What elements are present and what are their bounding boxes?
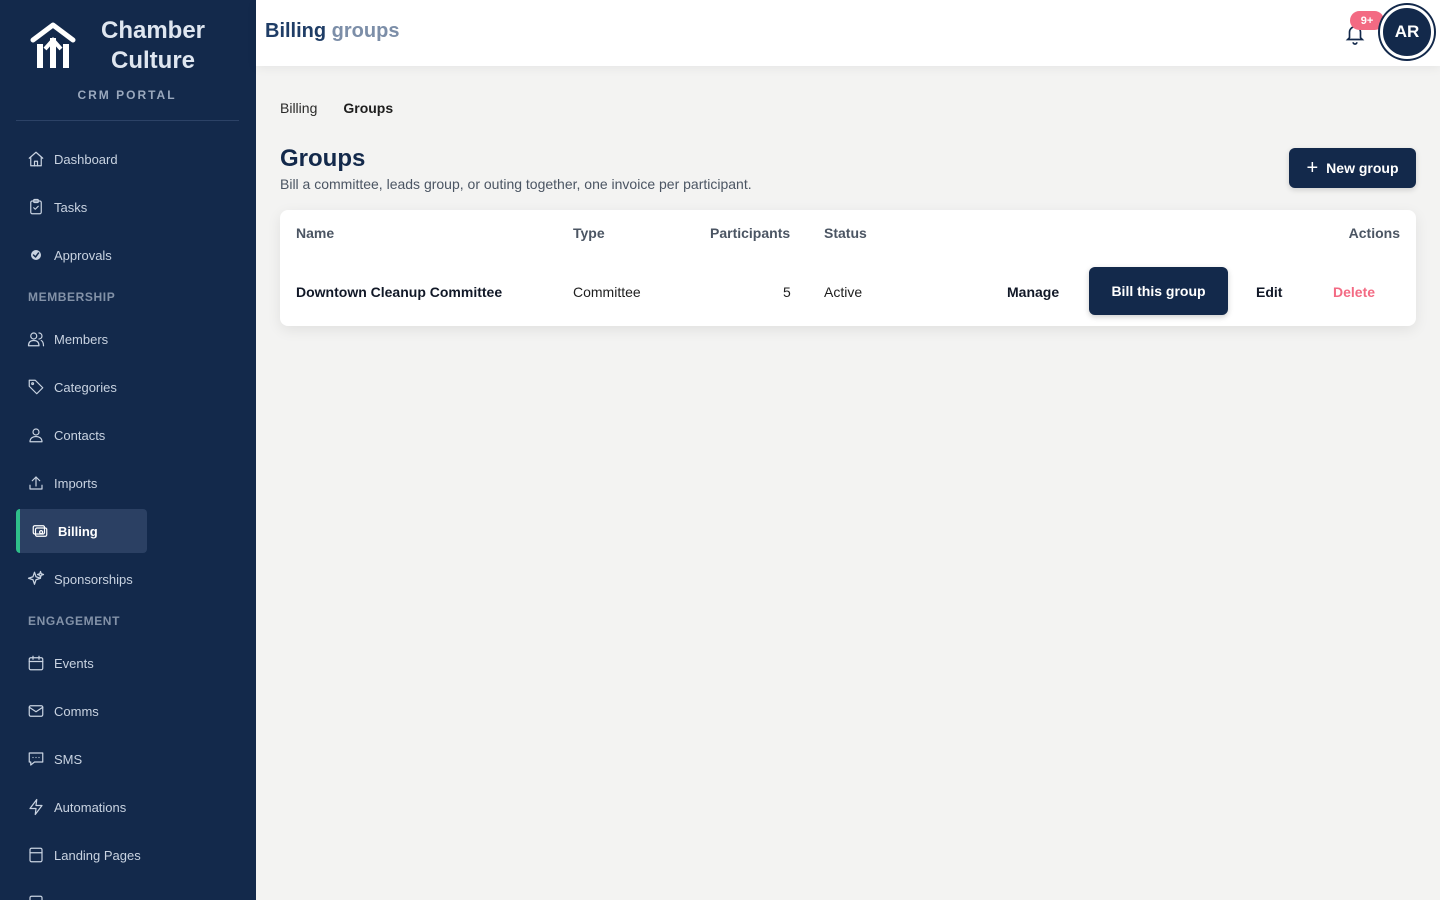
plus-icon: + — [1306, 157, 1319, 179]
avatar[interactable]: AR — [1380, 5, 1434, 59]
sidebar-item-sms[interactable]: SMS — [16, 737, 147, 781]
sidebar-item-label: Events — [54, 655, 94, 671]
brand: Chamber Culture CRM PORTAL — [0, 0, 256, 120]
sidebar-item-label: Billing — [58, 523, 98, 539]
sidebar-item-label: Sponsorships — [54, 571, 133, 587]
sidebar-item-dashboard[interactable]: Dashboard — [16, 137, 147, 181]
breadcrumb-billing[interactable]: Billing — [280, 100, 317, 116]
new-group-button[interactable]: + New group — [1289, 148, 1416, 188]
group-name: Downtown Cleanup Committee — [296, 284, 503, 300]
sidebar-item-sponsorships[interactable]: Sponsorships — [16, 557, 147, 601]
sidebar-divider — [16, 120, 239, 121]
sidebar-item-label: Landing Pages — [54, 847, 141, 863]
sidebar-item-automations[interactable]: Automations — [16, 785, 147, 829]
sidebar-item-label: Approvals — [54, 247, 112, 263]
sidebar-item-label: Automations — [54, 799, 127, 815]
brand-name-line1: Chamber — [100, 17, 206, 44]
sidebar-item-label: Tasks — [54, 199, 88, 215]
home-icon — [26, 149, 46, 169]
layout-icon — [26, 845, 46, 865]
header-type: Type — [573, 225, 605, 241]
sidebar-item-label: Contacts — [54, 427, 106, 443]
page-title-secondary: groups — [331, 20, 400, 42]
sidebar: Chamber Culture CRM PORTAL Dashboard Tas… — [0, 0, 256, 900]
calendar-icon — [26, 653, 46, 673]
sidebar-item-categories[interactable]: Categories — [16, 365, 147, 409]
sidebar-item-landing-pages[interactable]: Landing Pages — [16, 833, 147, 877]
top-bar: Billing groups 9+ AR — [256, 0, 1440, 66]
sidebar-item-label: Imports — [54, 475, 98, 491]
notification-badge: 9+ — [1350, 11, 1384, 30]
sidebar-item-members[interactable]: Members — [16, 317, 147, 361]
sidebar-item-label: SMS — [54, 751, 83, 767]
groups-table: Name Type Participants Status Actions Do… — [280, 210, 1416, 326]
clipboard-check-icon — [26, 197, 46, 217]
sidebar-item-label: Categories — [54, 379, 117, 395]
brand-name: Chamber Culture — [88, 16, 218, 76]
users-icon — [26, 329, 46, 349]
sidebar-item-approvals[interactable]: Approvals — [16, 233, 147, 277]
section-title: Groups — [280, 145, 366, 172]
header-status: Status — [824, 225, 867, 241]
sidebar-item-contacts[interactable]: Contacts — [16, 413, 147, 457]
sparkles-icon — [26, 569, 46, 589]
check-circle-icon — [26, 245, 46, 265]
sidebar-item-label: Members — [54, 331, 109, 347]
breadcrumb-groups: Groups — [343, 100, 394, 116]
header-name: Name — [296, 225, 335, 241]
header-participants: Participants — [710, 225, 791, 241]
sidebar-item-imports[interactable]: Imports — [16, 461, 147, 505]
sidebar-item-label: Dashboard — [54, 151, 118, 167]
bolt-icon — [26, 797, 46, 817]
sidebar-item-partial[interactable] — [16, 881, 147, 900]
upload-icon — [26, 473, 46, 493]
sidebar-item-billing[interactable]: Billing — [16, 509, 147, 553]
nav-section-engagement: ENGAGEMENT — [28, 614, 121, 628]
delete-button[interactable]: Delete — [1333, 284, 1375, 300]
sidebar-item-events[interactable]: Events — [16, 641, 147, 685]
chat-icon — [26, 749, 46, 769]
brand-logo-icon — [30, 22, 76, 70]
section-description: Bill a committee, leads group, or outing… — [280, 176, 752, 192]
group-status: Active — [824, 284, 863, 300]
group-participants: 5 — [783, 284, 791, 300]
tag-icon — [26, 377, 46, 397]
nav-section-membership: MEMBERSHIP — [28, 290, 116, 304]
breadcrumb: Billing Groups — [280, 100, 393, 116]
mail-icon — [26, 701, 46, 721]
user-icon — [26, 425, 46, 445]
sidebar-item-comms[interactable]: Comms — [16, 689, 147, 733]
manage-button[interactable]: Manage — [1007, 284, 1059, 300]
header-actions: Actions — [1348, 225, 1400, 241]
page-title: Billing groups — [265, 20, 399, 43]
bill-group-button[interactable]: Bill this group — [1089, 267, 1228, 315]
page-title-primary: Billing — [265, 20, 327, 42]
brand-subtitle: CRM PORTAL — [77, 88, 177, 102]
billing-icon — [30, 521, 50, 541]
brand-name-line2: Culture — [111, 47, 195, 74]
directory-icon — [26, 893, 46, 900]
new-group-label: New group — [1326, 160, 1399, 176]
group-type: Committee — [573, 284, 641, 300]
edit-button[interactable]: Edit — [1256, 284, 1282, 300]
sidebar-item-label: Comms — [54, 703, 99, 719]
sidebar-item-tasks[interactable]: Tasks — [16, 185, 147, 229]
